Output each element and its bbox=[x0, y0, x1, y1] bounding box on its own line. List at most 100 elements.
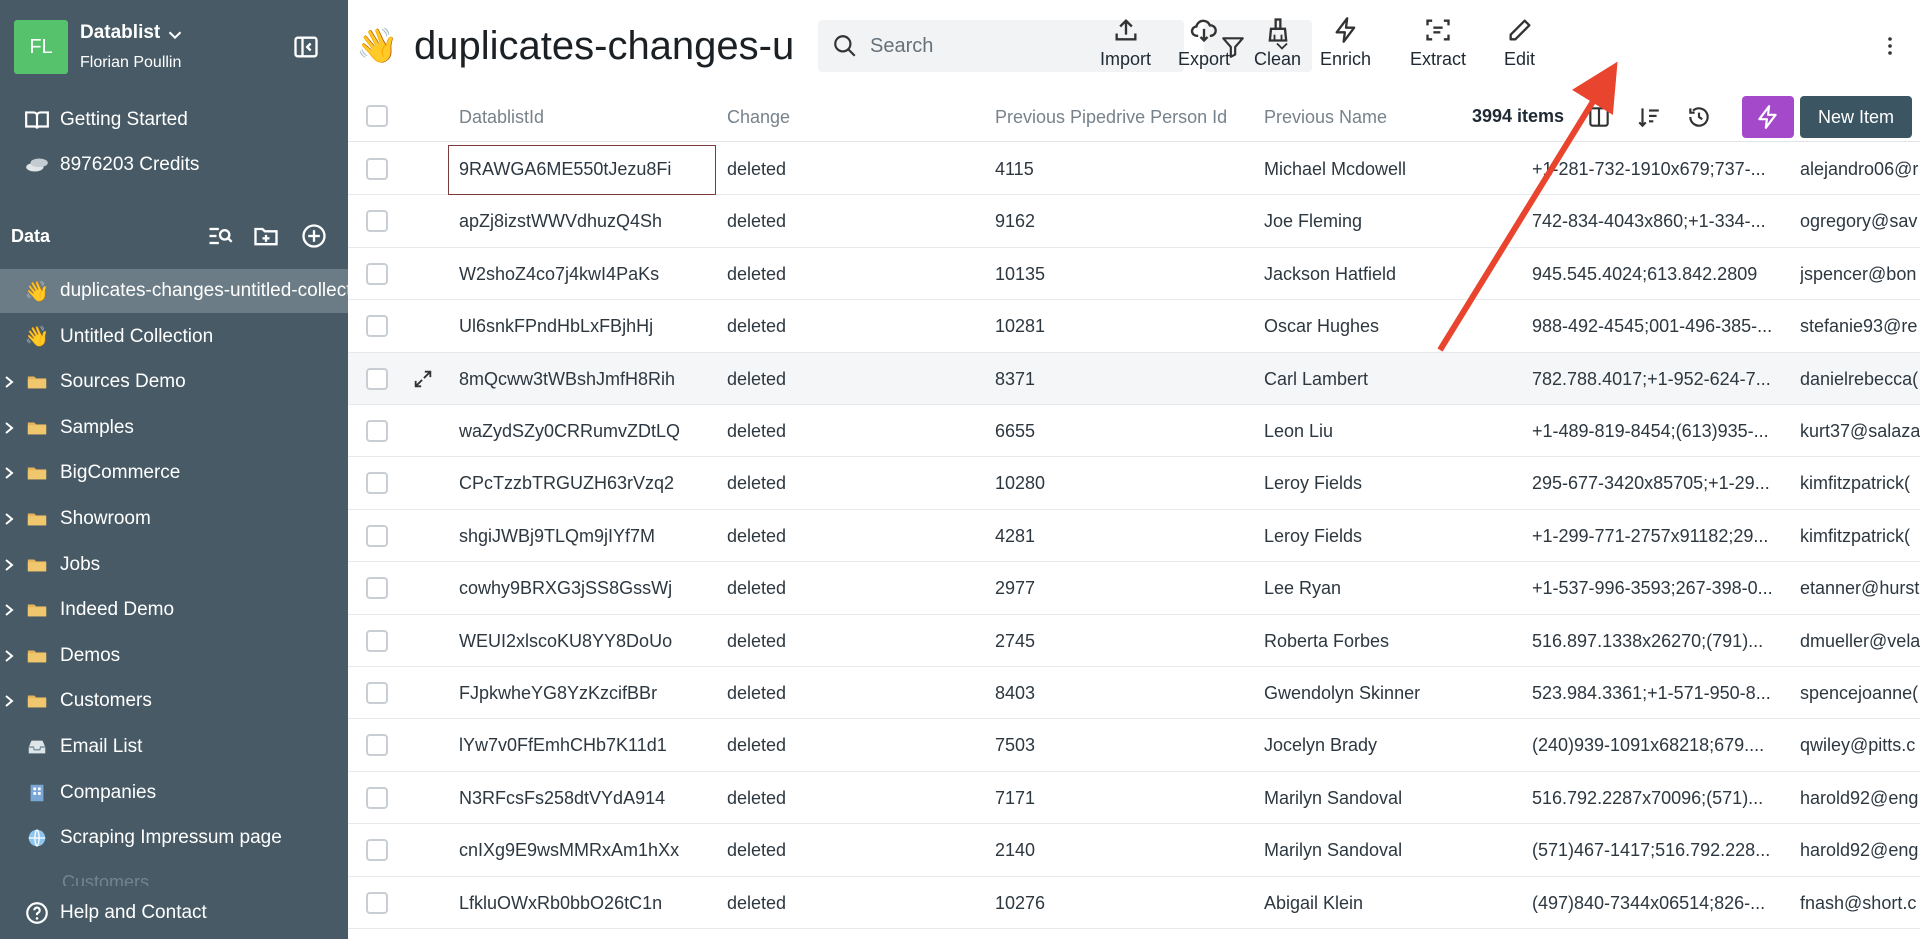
table-row[interactable]: cnIXg9E9wsMMRxAm1hXx deleted 2140 Marilyn S… bbox=[348, 824, 1920, 877]
row-checkbox[interactable] bbox=[366, 577, 388, 600]
row-checkbox[interactable] bbox=[366, 158, 388, 180]
cell-datablistid[interactable]: lYw7v0FfEmhCHb7K11d1 bbox=[459, 719, 721, 771]
cell-email[interactable]: fnash@short.c bbox=[1800, 877, 1920, 929]
cell-datablistid[interactable]: 9RAWGA6ME550tJezu8Fi bbox=[459, 143, 721, 195]
workspace-switcher[interactable]: FL Datablist Florian Poullin bbox=[14, 20, 334, 74]
sort-icon[interactable] bbox=[1636, 104, 1662, 130]
clean-button[interactable]: Clean bbox=[1254, 16, 1301, 76]
chevron-down-icon[interactable] bbox=[164, 24, 186, 46]
row-checkbox[interactable] bbox=[366, 524, 388, 547]
cell-phone[interactable]: 988-492-4545;001-496-385-... bbox=[1532, 300, 1794, 352]
cell-pipedrive-id[interactable]: 10135 bbox=[995, 248, 1257, 300]
cell-pipedrive-id[interactable]: 4281 bbox=[995, 510, 1257, 562]
cell-change[interactable]: deleted bbox=[727, 615, 989, 667]
cell-datablistid[interactable]: cnIXg9E9wsMMRxAm1hXx bbox=[459, 824, 721, 876]
cell-change[interactable]: deleted bbox=[727, 772, 989, 824]
cell-change[interactable]: deleted bbox=[727, 353, 989, 405]
cell-change[interactable]: deleted bbox=[727, 719, 989, 771]
cell-pipedrive-id[interactable]: 10276 bbox=[995, 877, 1257, 929]
cell-pipedrive-id[interactable]: 4115 bbox=[995, 143, 1257, 195]
cell-datablistid[interactable]: cowhy9BRXG3jSS8GssWj bbox=[459, 562, 721, 614]
cell-phone[interactable]: 742-834-4043x860;+1-334-... bbox=[1532, 195, 1794, 247]
collection-title[interactable]: duplicates-changes-unt bbox=[414, 24, 796, 69]
help-and-contact[interactable]: Help and Contact bbox=[0, 886, 348, 939]
history-icon[interactable] bbox=[1686, 104, 1712, 130]
table-row[interactable]: W2shoZ4co7j4kwI4PaKs deleted 10135 Jackson … bbox=[348, 248, 1920, 301]
cell-datablistid[interactable]: W2shoZ4co7j4kwI4PaKs bbox=[459, 248, 721, 300]
table-row[interactable]: LfkluOWxRb0bbO26tC1n deleted 10276 Abigail … bbox=[348, 877, 1920, 929]
cell-datablistid[interactable]: N3RFcsFs258dtVYdA914 bbox=[459, 772, 721, 824]
cell-email[interactable]: jspencer@bon bbox=[1800, 248, 1920, 300]
table-row[interactable]: FJpkwheYG8YzKzcifBBr deleted 8403 Gwendolyn… bbox=[348, 667, 1920, 720]
sidebar-item-credits[interactable]: 8976203 Credits bbox=[0, 143, 348, 187]
sidebar-item-getting-started[interactable]: Getting Started bbox=[0, 98, 348, 142]
cell-previous-name[interactable]: Jackson Hatfield bbox=[1264, 248, 1526, 300]
avatar[interactable]: FL bbox=[14, 20, 68, 74]
cell-previous-name[interactable]: Leon Liu bbox=[1264, 405, 1526, 457]
chevron-right-icon[interactable] bbox=[3, 465, 15, 481]
row-checkbox[interactable] bbox=[366, 472, 388, 495]
chevron-right-icon[interactable] bbox=[3, 557, 15, 573]
row-checkbox[interactable] bbox=[366, 891, 388, 914]
cell-phone[interactable]: 782.788.4017;+1-952-624-7... bbox=[1532, 353, 1794, 405]
cell-change[interactable]: deleted bbox=[727, 248, 989, 300]
import-button[interactable]: Import bbox=[1100, 16, 1151, 76]
cell-datablistid[interactable]: CPcTzzbTRGUZH63rVzq2 bbox=[459, 457, 721, 509]
expand-icon[interactable] bbox=[412, 368, 434, 390]
sidebar-item-jobs[interactable]: Jobs bbox=[0, 543, 348, 587]
sidebar-item-scraping-impressum-page[interactable]: Scraping Impressum page bbox=[0, 816, 348, 860]
cell-change[interactable]: deleted bbox=[727, 195, 989, 247]
row-checkbox[interactable] bbox=[366, 367, 388, 390]
cell-pipedrive-id[interactable]: 8403 bbox=[995, 667, 1257, 719]
cell-email[interactable]: ogregory@sav bbox=[1800, 195, 1920, 247]
row-checkbox[interactable] bbox=[366, 262, 388, 285]
cell-pipedrive-id[interactable]: 6655 bbox=[995, 405, 1257, 457]
sidebar-item-showroom[interactable]: Showroom bbox=[0, 497, 348, 541]
cell-datablistid[interactable]: LfkluOWxRb0bbO26tC1n bbox=[459, 877, 721, 929]
cell-phone[interactable]: 516.792.2287x70096;(571)... bbox=[1532, 772, 1794, 824]
chevron-right-icon[interactable] bbox=[3, 648, 15, 664]
cell-email[interactable]: alejandro06@r bbox=[1800, 143, 1920, 195]
cell-datablistid[interactable]: apZj8izstWWVdhuzQ4Sh bbox=[459, 195, 721, 247]
cell-pipedrive-id[interactable]: 2140 bbox=[995, 824, 1257, 876]
chevron-right-icon[interactable] bbox=[3, 602, 15, 618]
edit-button[interactable]: Edit bbox=[1504, 16, 1535, 76]
cell-datablistid[interactable]: shgiJWBj9TLQm9jIYf7M bbox=[459, 510, 721, 562]
row-checkbox[interactable] bbox=[366, 734, 388, 757]
cell-datablistid[interactable]: FJpkwheYG8YzKzcifBBr bbox=[459, 667, 721, 719]
export-button[interactable]: Export bbox=[1178, 16, 1230, 76]
cell-phone[interactable]: 523.984.3361;+1-571-950-8... bbox=[1532, 667, 1794, 719]
sidebar-item-companies[interactable]: Companies bbox=[0, 771, 348, 815]
cell-previous-name[interactable]: Joe Fleming bbox=[1264, 195, 1526, 247]
cell-email[interactable]: qwiley@pitts.c bbox=[1800, 719, 1920, 771]
table-row[interactable]: waZydSZy0CRRumvZDtLQ deleted 6655 Leon Liu +… bbox=[348, 405, 1920, 458]
select-all-checkbox[interactable] bbox=[366, 105, 388, 127]
sidebar-item-bigcommerce[interactable]: BigCommerce bbox=[0, 451, 348, 495]
row-checkbox[interactable] bbox=[366, 315, 388, 338]
folder-plus-icon[interactable] bbox=[252, 222, 280, 250]
column-header-change[interactable]: Change bbox=[727, 107, 790, 128]
sidebar-item-email-list[interactable]: Email List bbox=[0, 725, 348, 769]
cell-change[interactable]: deleted bbox=[727, 457, 989, 509]
cell-previous-name[interactable]: Abigail Klein bbox=[1264, 877, 1526, 929]
cell-phone[interactable]: +1-489-819-8454;(613)935-... bbox=[1532, 405, 1794, 457]
enrich-button[interactable]: Enrich bbox=[1320, 16, 1371, 76]
cell-previous-name[interactable]: Gwendolyn Skinner bbox=[1264, 667, 1526, 719]
sidebar-item-indeed-demo[interactable]: Indeed Demo bbox=[0, 588, 348, 632]
add-circle-icon[interactable] bbox=[300, 222, 328, 250]
cell-change[interactable]: deleted bbox=[727, 405, 989, 457]
more-vertical-icon[interactable] bbox=[1878, 32, 1902, 60]
cell-email[interactable]: stefanie93@re bbox=[1800, 300, 1920, 352]
cell-email[interactable]: spencejoanne( bbox=[1800, 667, 1920, 719]
row-checkbox[interactable] bbox=[366, 786, 388, 809]
cell-previous-name[interactable]: Leroy Fields bbox=[1264, 510, 1526, 562]
cell-change[interactable]: deleted bbox=[727, 300, 989, 352]
new-item-button[interactable]: New Item bbox=[1800, 96, 1912, 138]
cell-datablistid[interactable]: Ul6snkFPndHbLxFBjhHj bbox=[459, 300, 721, 352]
table-row[interactable]: Ul6snkFPndHbLxFBjhHj deleted 10281 Oscar Hu… bbox=[348, 300, 1920, 353]
cell-email[interactable]: harold92@eng bbox=[1800, 824, 1920, 876]
cell-change[interactable]: deleted bbox=[727, 877, 989, 929]
search-list-icon[interactable] bbox=[206, 222, 234, 250]
cell-phone[interactable]: 516.897.1338x26270;(791)... bbox=[1532, 615, 1794, 667]
table-row[interactable]: cowhy9BRXG3jSS8GssWj deleted 2977 Lee Ryan +… bbox=[348, 562, 1920, 615]
